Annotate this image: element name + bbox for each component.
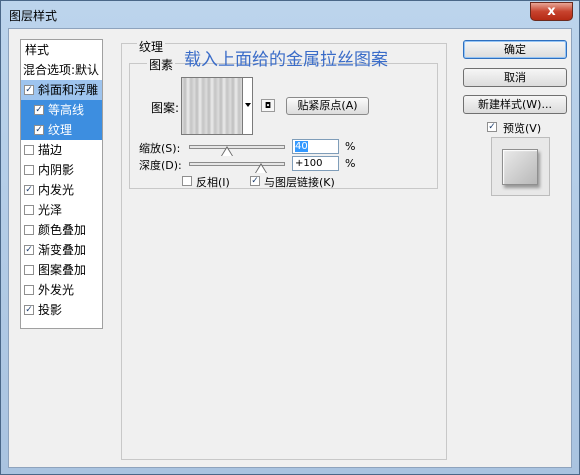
style-item[interactable]: 颜色叠加	[21, 220, 102, 240]
new-preset-icon[interactable]: ◘	[261, 99, 275, 112]
style-item-checkbox[interactable]	[24, 165, 34, 175]
style-item[interactable]: ✓ 斜面和浮雕	[21, 80, 102, 100]
depth-value: +100	[295, 158, 323, 169]
depth-label: 深度(D):	[139, 159, 182, 172]
cancel-button[interactable]: 取消	[463, 68, 567, 87]
style-item-label: 斜面和浮雕	[38, 83, 99, 97]
ok-button[interactable]: 确定	[463, 40, 567, 59]
depth-input[interactable]: +100	[292, 156, 339, 171]
elements-group-title: 图素	[147, 56, 176, 73]
depth-unit: %	[345, 157, 356, 170]
style-item[interactable]: 光泽	[21, 200, 102, 220]
depth-slider-track[interactable]	[189, 162, 285, 166]
styles-list-header[interactable]: 样式	[21, 40, 102, 60]
style-item-label: 光泽	[38, 203, 63, 217]
texture-group-title: 纹理	[137, 38, 166, 55]
style-item-checkbox[interactable]	[24, 205, 34, 215]
style-item-label: 外发光	[38, 283, 75, 297]
style-item-checkbox[interactable]	[24, 145, 34, 155]
scale-value: 40	[295, 141, 308, 152]
pattern-picker-swatch[interactable]	[181, 77, 243, 135]
style-item[interactable]: ✓ 渐变叠加	[21, 240, 102, 260]
style-item-label: 内发光	[38, 183, 75, 197]
style-item[interactable]: ✓ 投影	[21, 300, 102, 320]
snap-to-origin-button[interactable]: 贴紧原点(A)	[286, 97, 369, 115]
style-item[interactable]: ✓ 内发光	[21, 180, 102, 200]
new-style-button[interactable]: 新建样式(W)...	[463, 95, 567, 114]
style-item[interactable]: 描边	[21, 140, 102, 160]
style-item-checkbox[interactable]: ✓	[24, 305, 34, 315]
blending-options-label: 混合选项:默认	[23, 63, 100, 77]
style-item[interactable]: 内阴影	[21, 160, 102, 180]
style-item-label: 描边	[38, 143, 63, 157]
scale-input[interactable]: 40	[292, 139, 339, 154]
style-item-checkbox[interactable]	[24, 225, 34, 235]
style-item[interactable]: ✓ 纹理	[21, 120, 102, 140]
style-preview-thumbnail	[502, 149, 538, 185]
pattern-label: 图案:	[151, 101, 180, 115]
close-button[interactable]: x	[530, 2, 573, 21]
styles-list: 样式 混合选项:默认 ✓ 斜面和浮雕 ✓ 等高线 ✓ 纹理描边内阴影 ✓ 内发光光泽颜色叠加 ✓…	[20, 39, 103, 329]
scale-unit: %	[345, 140, 356, 153]
styles-header-label: 样式	[25, 43, 50, 57]
style-item[interactable]: ✓ 等高线	[21, 100, 102, 120]
style-item-label: 图案叠加	[38, 263, 87, 277]
style-item-checkbox[interactable]	[24, 265, 34, 275]
preview-label: 预览(V)	[503, 122, 542, 135]
layer-style-dialog: 图层样式 x 样式 混合选项:默认 ✓ 斜面和浮雕 ✓ 等高线 ✓ 纹理描边内阴影 ✓ 内发光…	[0, 0, 580, 475]
blending-options-item[interactable]: 混合选项:默认	[21, 60, 102, 80]
style-item-label: 投影	[38, 303, 63, 317]
style-item-checkbox[interactable]: ✓	[34, 105, 44, 115]
style-item-checkbox[interactable]: ✓	[24, 185, 34, 195]
dialog-client-area: 样式 混合选项:默认 ✓ 斜面和浮雕 ✓ 等高线 ✓ 纹理描边内阴影 ✓ 内发光光泽颜色叠加 ✓…	[8, 28, 572, 468]
style-item-checkbox[interactable]: ✓	[24, 85, 34, 95]
depth-slider-thumb-fill	[256, 165, 266, 173]
scale-slider-track[interactable]	[189, 145, 285, 149]
link-with-layer-checkbox[interactable]: ✓	[250, 176, 260, 186]
style-item[interactable]: 外发光	[21, 280, 102, 300]
style-item-checkbox[interactable]: ✓	[34, 125, 44, 135]
style-item-label: 渐变叠加	[38, 243, 87, 257]
pattern-picker-dropdown[interactable]	[243, 77, 253, 135]
style-item-checkbox[interactable]: ✓	[24, 245, 34, 255]
scale-slider-thumb-fill	[222, 148, 233, 156]
window-title: 图层样式	[9, 9, 58, 23]
style-item-label: 颜色叠加	[38, 223, 87, 237]
scale-label: 缩放(S):	[139, 142, 181, 155]
style-item[interactable]: 图案叠加	[21, 260, 102, 280]
style-item-label: 内阴影	[38, 163, 75, 177]
style-item-label: 纹理	[48, 123, 73, 137]
link-with-layer-label: 与图层链接(K)	[264, 176, 335, 189]
invert-label: 反相(I)	[196, 176, 230, 189]
style-item-checkbox[interactable]	[24, 285, 34, 295]
annotation-text: 载入上面给的金属拉丝图案	[184, 50, 388, 70]
invert-checkbox[interactable]	[182, 176, 192, 186]
style-item-label: 等高线	[48, 103, 85, 117]
title-bar[interactable]: 图层样式 x	[1, 1, 579, 27]
preview-checkbox[interactable]: ✓	[487, 122, 497, 132]
